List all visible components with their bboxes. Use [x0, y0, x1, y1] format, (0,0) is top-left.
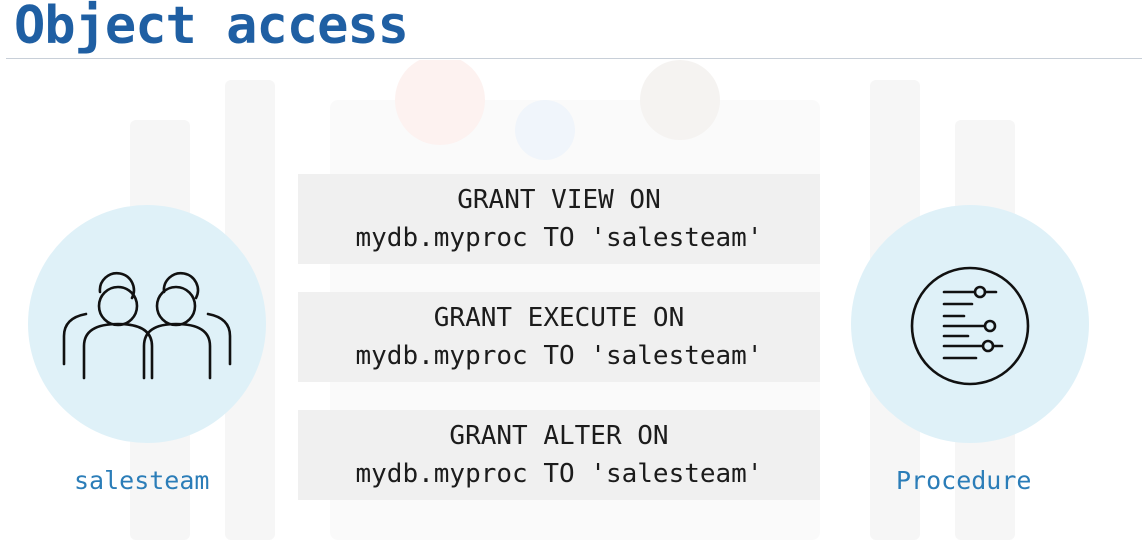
grant-execute-line2: mydb.myproc TO 'salesteam': [355, 341, 763, 371]
grant-alter-line1: GRANT ALTER ON: [449, 421, 669, 451]
title-divider: [6, 58, 1142, 59]
grant-alter-line2: mydb.myproc TO 'salesteam': [355, 459, 763, 489]
grant-view-statement: GRANT VIEW ON mydb.myproc TO 'salesteam': [298, 174, 820, 264]
grant-execute-statement: GRANT EXECUTE ON mydb.myproc TO 'saleste…: [298, 292, 820, 382]
page-title: Object access: [14, 0, 409, 56]
slide: Object access salesteam GRANT VIEW ON my…: [0, 0, 1148, 546]
grant-view-line2: mydb.myproc TO 'salesteam': [355, 223, 763, 253]
salesteam-label: salesteam: [74, 466, 210, 495]
grant-execute-line1: GRANT EXECUTE ON: [433, 303, 685, 333]
grant-view-line1: GRANT VIEW ON: [457, 185, 661, 215]
grant-alter-statement: GRANT ALTER ON mydb.myproc TO 'salesteam…: [298, 410, 820, 500]
procedure-settings-icon: [910, 266, 1030, 386]
group-of-people-icon: [62, 271, 232, 380]
procedure-label: Procedure: [896, 466, 1032, 495]
